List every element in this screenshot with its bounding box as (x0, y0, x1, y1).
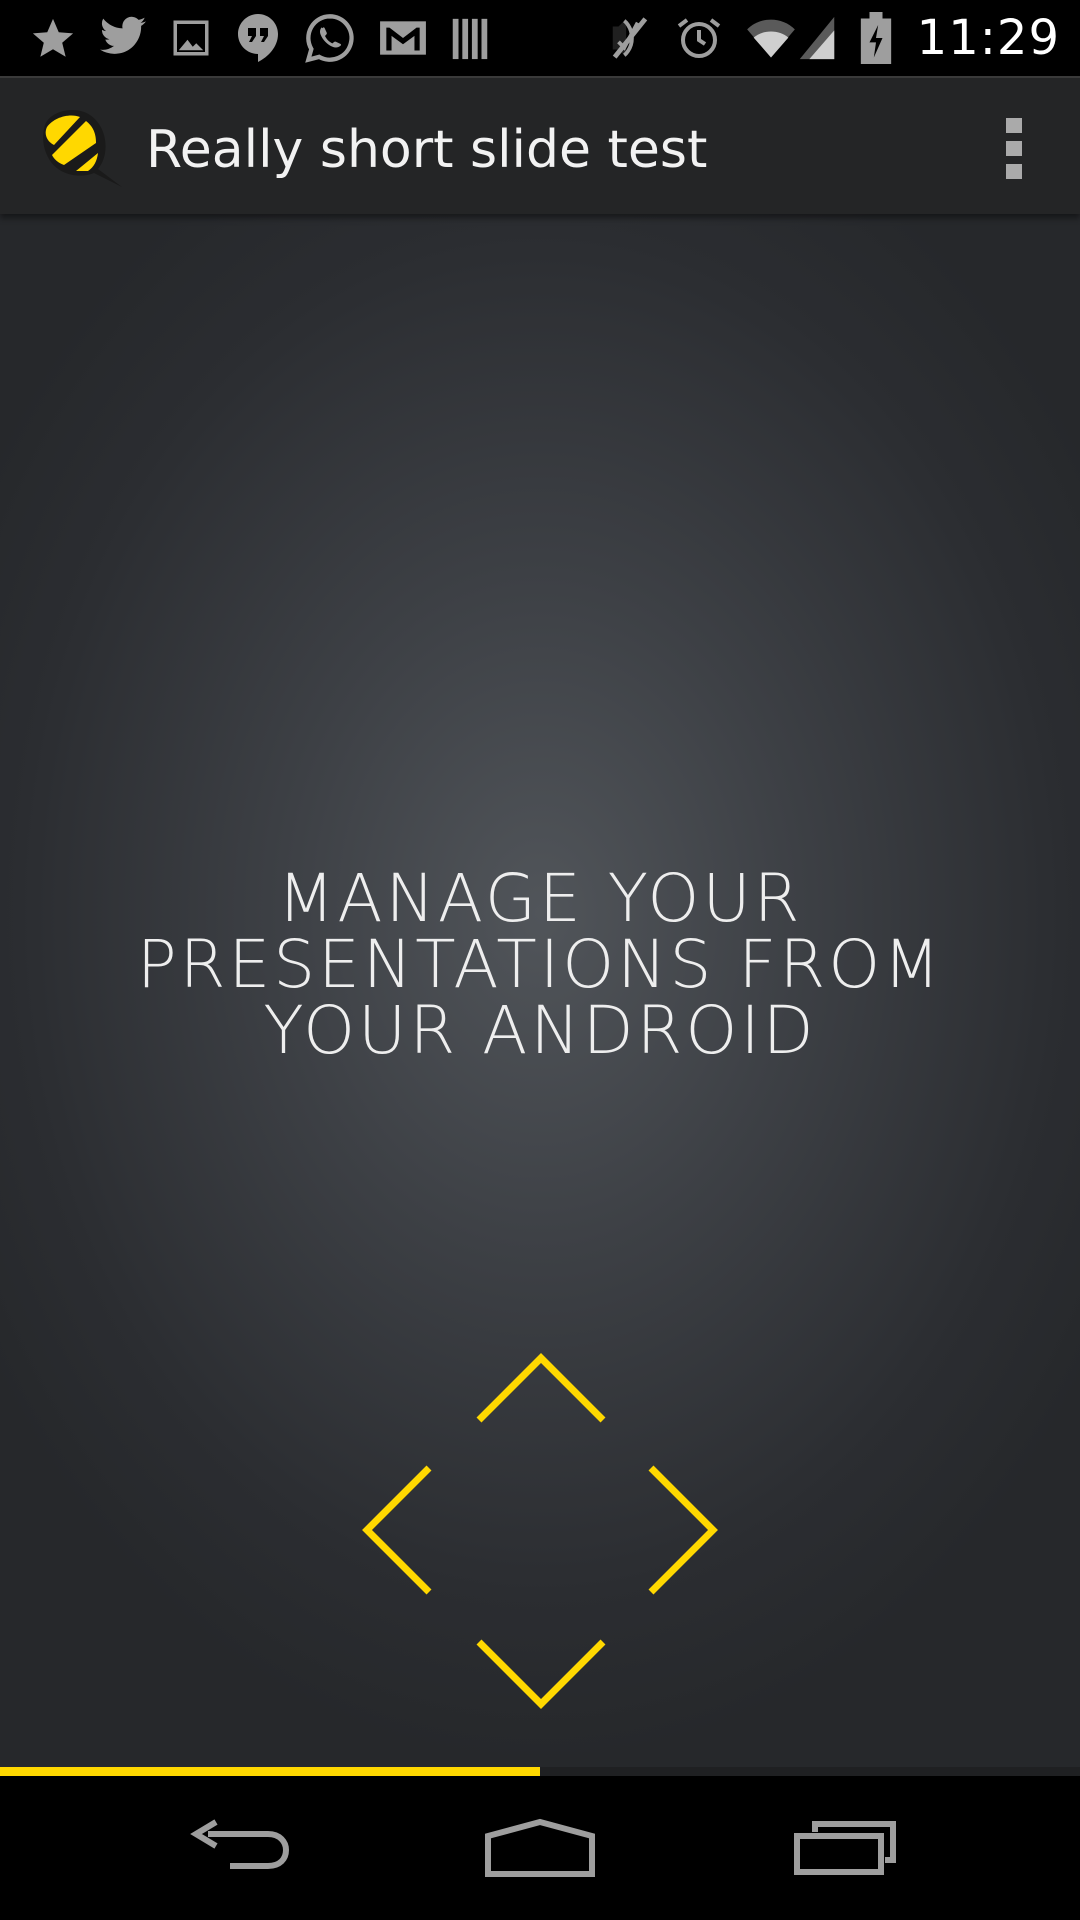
gmail-icon (380, 21, 426, 55)
battery-charging-icon (860, 12, 891, 64)
direction-controls (362, 1353, 718, 1709)
app-title: Really short slide test (146, 120, 708, 180)
whatsapp-icon (305, 14, 354, 63)
action-bar: Really short slide test (0, 76, 1080, 214)
chevron-down-icon[interactable] (476, 1639, 606, 1709)
status-bar: 11:29 (0, 0, 1080, 76)
progress-fill (0, 1767, 540, 1776)
recents-button[interactable] (780, 1776, 910, 1920)
overflow-menu-icon (1006, 117, 1022, 133)
home-button[interactable] (470, 1776, 610, 1920)
back-icon (190, 1819, 290, 1869)
wifi-icon (746, 19, 795, 58)
star-icon (32, 18, 74, 57)
chevron-right-icon[interactable] (648, 1465, 718, 1595)
chevron-up-icon[interactable] (476, 1353, 606, 1423)
mute-icon (612, 17, 647, 59)
notification-icons (30, 0, 512, 76)
back-button[interactable] (180, 1776, 300, 1920)
bee-logo-icon[interactable] (40, 103, 126, 191)
alarm-icon (677, 18, 720, 58)
hangouts-icon (238, 14, 278, 62)
slide-area[interactable]: MANAGE YOUR PRESENTATIONS FROM YOUR ANDR… (0, 214, 1080, 1768)
navigation-bar (0, 1776, 1080, 1920)
library-icon (452, 18, 488, 60)
slide-progress-bar (0, 1767, 1080, 1776)
image-icon (173, 20, 209, 56)
recents-icon (794, 1821, 896, 1875)
twitter-icon (100, 16, 146, 54)
signal-icon (799, 16, 834, 60)
overflow-menu-button[interactable] (984, 108, 1044, 188)
system-icons: 11:29 (607, 0, 1060, 76)
home-icon (485, 1818, 595, 1877)
chevron-left-icon[interactable] (362, 1465, 432, 1595)
clock: 11:29 (916, 10, 1060, 66)
